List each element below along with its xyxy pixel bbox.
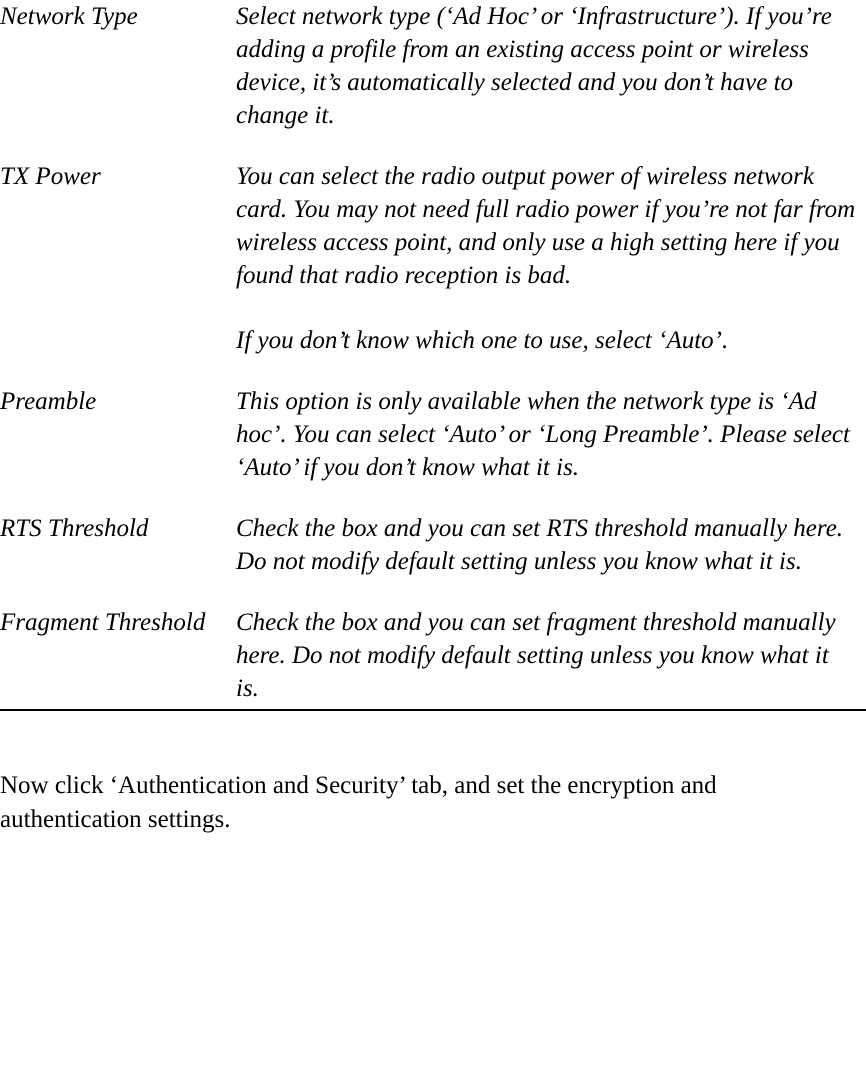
definition-table: Network Type Select network type (‘Ad Ho… — [0, 0, 866, 705]
description-cell: You can select the radio output power of… — [236, 160, 866, 357]
description-text: Select network type (‘Ad Hoc’ or ‘Infras… — [236, 0, 856, 132]
description-cell: Select network type (‘Ad Hoc’ or ‘Infras… — [236, 0, 866, 132]
section-divider — [0, 709, 866, 711]
term-cell: Preamble — [0, 385, 236, 484]
description-text: Check the box and you can set fragment t… — [236, 606, 856, 705]
table-row: Preamble This option is only available w… — [0, 385, 866, 484]
description-cell: Check the box and you can set RTS thresh… — [236, 512, 866, 578]
description-cell: This option is only available when the n… — [236, 385, 866, 484]
closing-paragraph: Now click ‘Authentication and Security’ … — [0, 769, 866, 837]
table-row: Network Type Select network type (‘Ad Ho… — [0, 0, 866, 132]
description-text: This option is only available when the n… — [236, 385, 856, 484]
description-text: If you don’t know which one to use, sele… — [236, 324, 856, 357]
table-row: RTS Threshold Check the box and you can … — [0, 512, 866, 578]
table-row: TX Power You can select the radio output… — [0, 160, 866, 357]
description-text: You can select the radio output power of… — [236, 160, 856, 292]
description-text: Check the box and you can set RTS thresh… — [236, 512, 856, 578]
document-page: Network Type Select network type (‘Ad Ho… — [0, 0, 866, 837]
term-cell: RTS Threshold — [0, 512, 236, 578]
description-cell: Check the box and you can set fragment t… — [236, 606, 866, 705]
table-row: Fragment Threshold Check the box and you… — [0, 606, 866, 705]
term-cell: TX Power — [0, 160, 236, 357]
term-cell: Network Type — [0, 0, 236, 132]
term-cell: Fragment Threshold — [0, 606, 236, 705]
